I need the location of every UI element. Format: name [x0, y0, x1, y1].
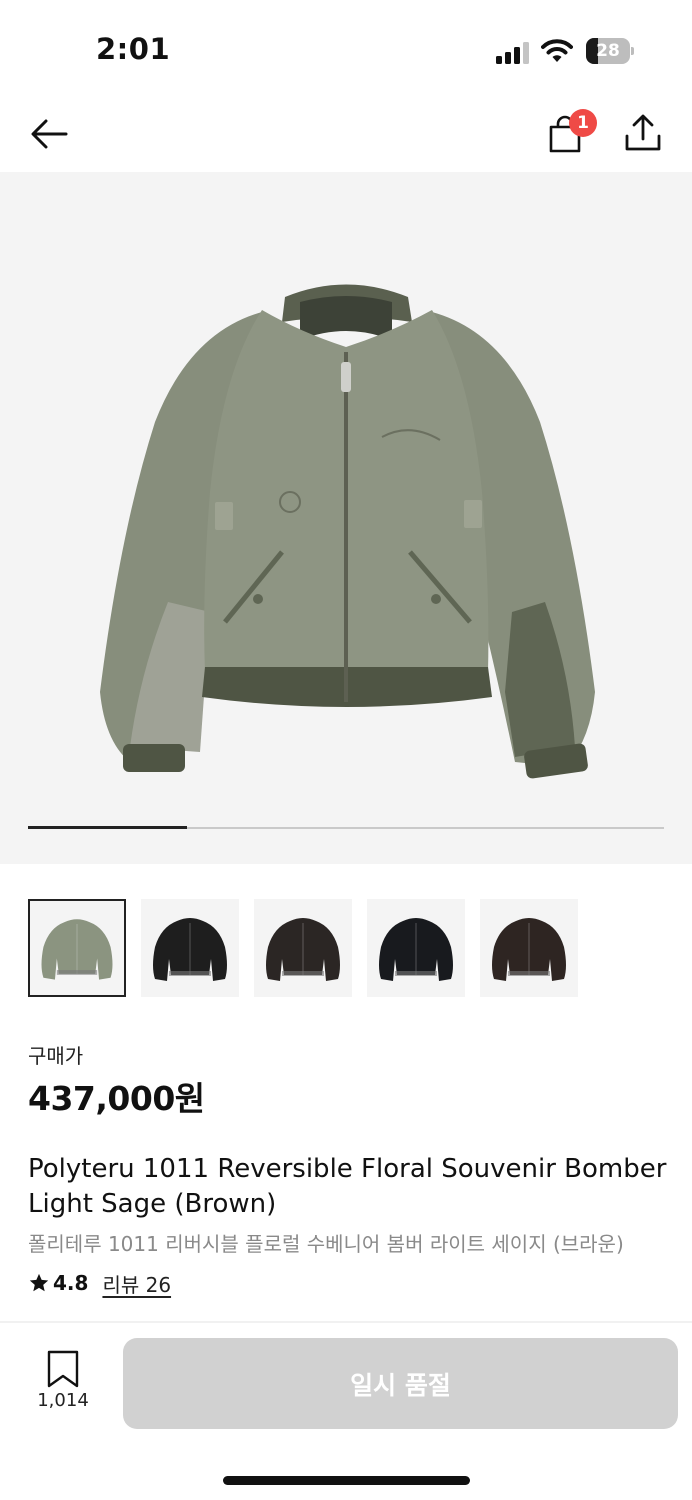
home-indicator [223, 1476, 470, 1485]
cart-badge: 1 [569, 109, 597, 137]
thumbnail-1[interactable] [28, 899, 126, 997]
thumbnail-image [153, 918, 227, 981]
status-bar: 2:01 28 [0, 0, 692, 100]
product-image-gallery[interactable] [0, 172, 692, 864]
product-title: Polyteru 1011 Reversible Floral Souvenir… [28, 1154, 667, 1219]
jacket-image [100, 284, 595, 779]
product-subtitle: 폴리테루 1011 리버시블 플로럴 수베니어 봄버 라이트 세이지 (브라운) [28, 1232, 624, 1256]
thumbnail-2[interactable] [141, 899, 239, 997]
thumbnail-image [492, 918, 566, 981]
thumbnail-strip [28, 899, 664, 997]
thumbnail-3[interactable] [254, 899, 352, 997]
share-icon[interactable] [622, 112, 664, 154]
thumbnail-image [266, 918, 340, 981]
thumbnail-4[interactable] [367, 899, 465, 997]
bookmark-count: 1,014 [37, 1390, 89, 1411]
battery-level: 28 [596, 41, 620, 61]
wifi-icon [541, 39, 573, 62]
bookmark-button[interactable]: 1,014 [30, 1350, 96, 1420]
bookmark-icon [47, 1350, 79, 1388]
arrow-left-icon[interactable] [28, 114, 70, 154]
star-icon [29, 1273, 49, 1292]
rating-value: 4.8 [53, 1271, 89, 1295]
bottom-divider [0, 1321, 692, 1323]
thumbnail-image [41, 919, 113, 980]
sold-out-button[interactable]: 일시 품절 [123, 1338, 678, 1429]
reviews-link[interactable]: 리뷰 26 [102, 1269, 171, 1298]
rating-row: 4.8 리뷰 26 [28, 1268, 171, 1298]
price: 437,000원 [28, 1079, 205, 1118]
thumbnail-image [379, 918, 453, 981]
thumbnail-5[interactable] [480, 899, 578, 997]
battery-icon: 28 [586, 38, 634, 64]
signal-icon [496, 42, 529, 64]
gallery-progress [28, 826, 664, 829]
status-time: 2:01 [96, 32, 171, 66]
price-label: 구매가 [28, 1044, 84, 1068]
